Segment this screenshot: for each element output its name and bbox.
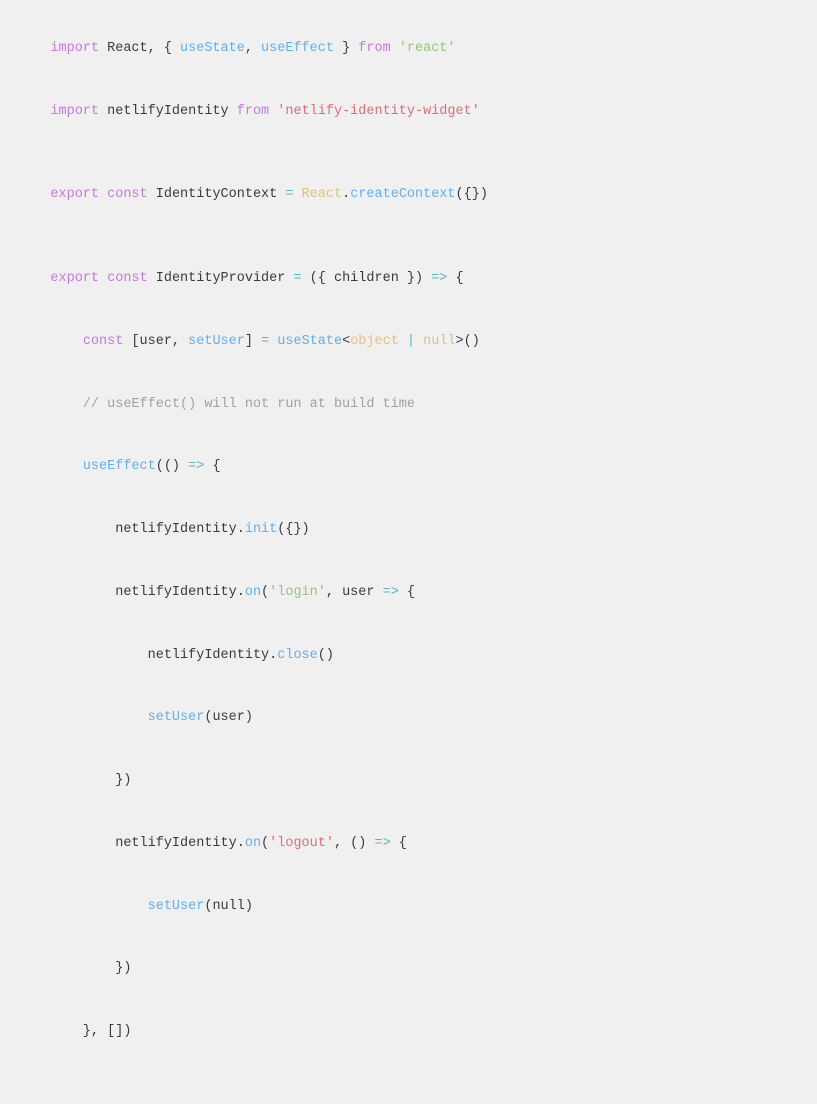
code-line-15: netlifyIdentity.on('logout', () => {: [18, 813, 797, 876]
code-line-empty-1: [18, 144, 797, 165]
code-line-12: netlifyIdentity.close(): [18, 625, 797, 688]
code-line-2: import netlifyIdentity from 'netlify-ide…: [18, 81, 797, 144]
code-line-1: import React, { useState, useEffect } fr…: [18, 18, 797, 81]
code-line-8: // useEffect() will not run at build tim…: [18, 374, 797, 437]
code-line-11: netlifyIdentity.on('login', user => {: [18, 562, 797, 625]
code-line-empty-2: [18, 227, 797, 248]
code-line-6: export const IdentityProvider = ({ child…: [18, 248, 797, 311]
code-line-20: return (: [18, 1085, 797, 1104]
code-line-18: }, []): [18, 1001, 797, 1064]
code-line-4: export const IdentityContext = React.cre…: [18, 164, 797, 227]
code-line-empty-3: [18, 1064, 797, 1085]
code-line-14: }): [18, 750, 797, 813]
code-line-16: setUser(null): [18, 876, 797, 939]
code-line-9: useEffect(() => {: [18, 436, 797, 499]
code-line-7: const [user, setUser] = useState<object …: [18, 311, 797, 374]
code-line-17: }): [18, 939, 797, 1002]
code-line-13: setUser(user): [18, 688, 797, 751]
code-editor: import React, { useState, useEffect } fr…: [0, 0, 817, 1104]
code-line-10: netlifyIdentity.init({}): [18, 499, 797, 562]
